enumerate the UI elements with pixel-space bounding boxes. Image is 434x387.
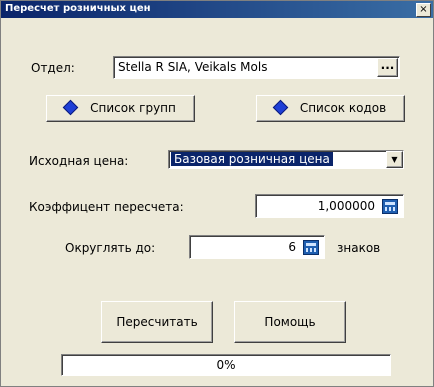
department-browse-button[interactable]: ... xyxy=(377,58,398,77)
coefficient-label: Коэффицент пересчета: xyxy=(29,200,184,214)
list-icon xyxy=(62,99,79,116)
source-price-value: Базовая розничная цена xyxy=(171,152,333,166)
rounding-field[interactable]: 6 xyxy=(189,235,325,259)
rounding-label: Округлять до: xyxy=(65,241,156,255)
code-list-label: Список кодов xyxy=(299,101,387,115)
department-value: Stella R SIA, Veikals Mols xyxy=(118,60,268,74)
title-bar: Пересчет розничных цен × xyxy=(1,1,433,18)
progress-bar: 0% xyxy=(61,354,391,376)
group-list-label: Список групп xyxy=(90,101,176,115)
list-icon xyxy=(272,99,289,116)
calculator-icon[interactable] xyxy=(382,199,398,214)
calculator-icon[interactable] xyxy=(303,240,319,255)
progress-text: 0% xyxy=(216,358,236,372)
source-price-select[interactable]: Базовая розничная цена ▼ xyxy=(168,150,404,169)
recalculate-button[interactable]: Пересчитать xyxy=(101,301,213,343)
close-button[interactable]: × xyxy=(416,3,431,17)
source-price-label: Исходная цена: xyxy=(29,154,129,168)
department-field[interactable]: Stella R SIA, Veikals Mols ... xyxy=(113,56,400,79)
coefficient-field[interactable]: 1,000000 xyxy=(255,194,404,218)
chevron-down-icon[interactable]: ▼ xyxy=(386,151,403,168)
group-list-button[interactable]: Список групп xyxy=(46,95,195,122)
help-button[interactable]: Помощь xyxy=(234,301,346,343)
rounding-value: 6 xyxy=(288,240,296,254)
window-title: Пересчет розничных цен xyxy=(5,3,151,14)
code-list-button[interactable]: Список кодов xyxy=(256,95,405,122)
coefficient-value: 1,000000 xyxy=(317,199,375,213)
department-label: Отдел: xyxy=(31,61,75,75)
dialog-window: Пересчет розничных цен × Отдел: Stella R… xyxy=(0,0,434,387)
rounding-suffix: знаков xyxy=(337,241,381,255)
